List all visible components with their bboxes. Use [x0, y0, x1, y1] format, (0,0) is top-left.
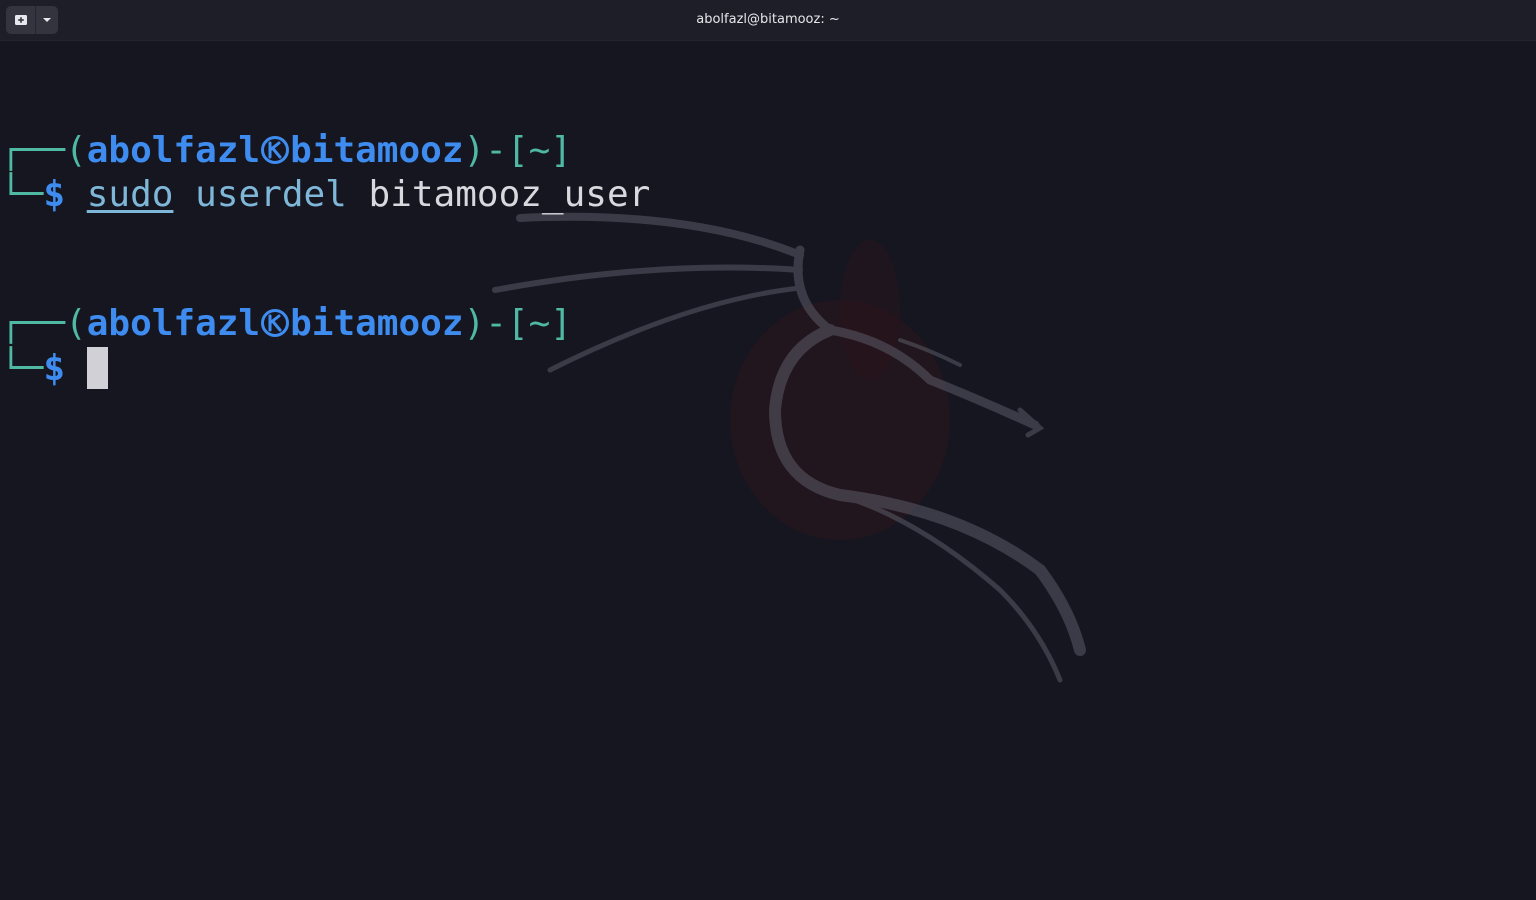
command-line: └─$ sudo userdel bitamooz_user [0, 173, 650, 217]
prompt-dir-open: [ [506, 303, 529, 344]
prompt-close-paren: ) [463, 303, 486, 344]
terminal-window: abolfazl@bitamooz: ~ ┌──(abolfazl bitamoo… [0, 0, 1536, 900]
prompt-frame-top: ┌── [0, 303, 66, 344]
input-line[interactable]: └─$ [0, 347, 108, 391]
prompt-symbol: $ [43, 348, 66, 389]
prompt-dir-close: ] [550, 130, 572, 171]
prompt-dir-close: ] [550, 303, 572, 344]
command-sudo: sudo [86, 174, 174, 215]
prompt-host: bitamooz [290, 303, 464, 344]
prompt-line: ┌──(abolfazl bitamooz)-[~] [0, 129, 572, 173]
command-argument: bitamooz_user [368, 174, 651, 215]
kali-skull-icon [261, 136, 290, 164]
prompt-dash: - [485, 130, 507, 171]
command-name: userdel [195, 174, 347, 215]
prompt-user: abolfazl [86, 130, 261, 171]
prompt-host: bitamooz [290, 130, 464, 171]
prompt-line: ┌──(abolfazl bitamooz)-[~] [0, 302, 572, 346]
prompt-dir: ~ [528, 303, 551, 344]
prompt-dash: - [485, 303, 507, 344]
terminal-output[interactable]: ┌──(abolfazl bitamooz)-[~] └─$ sudo userd… [0, 40, 1536, 900]
prompt-dir: ~ [528, 130, 551, 171]
prompt-frame-top: ┌── [0, 130, 66, 171]
prompt-dir-open: [ [506, 130, 529, 171]
prompt-frame-bottom: └─ [0, 348, 44, 389]
prompt-open-paren: ( [65, 303, 87, 344]
prompt-close-paren: ) [463, 130, 486, 171]
prompt-user: abolfazl [86, 303, 261, 344]
prompt-frame-bottom: └─ [0, 174, 44, 215]
kali-skull-icon [261, 309, 290, 337]
title-bar: abolfazl@bitamooz: ~ [0, 0, 1536, 41]
text-cursor [86, 347, 108, 389]
prompt-symbol: $ [43, 174, 66, 215]
prompt-open-paren: ( [65, 130, 87, 171]
window-title: abolfazl@bitamooz: ~ [696, 12, 840, 27]
